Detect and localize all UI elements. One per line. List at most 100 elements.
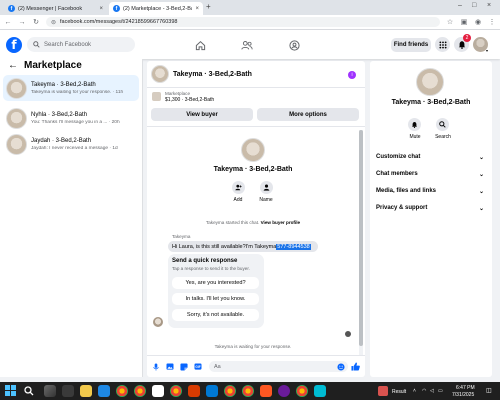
back-arrow-icon[interactable]: ← xyxy=(8,60,18,71)
app-icon[interactable] xyxy=(314,385,326,397)
wifi-icon[interactable]: ◠ xyxy=(422,388,426,394)
more-options-button[interactable]: More options xyxy=(257,108,359,121)
notification-count-badge: 2 xyxy=(463,34,471,42)
quick-reply-in-talks-button[interactable]: In talks. I'll let you know. xyxy=(172,293,259,305)
quick-reply-not-available-button[interactable]: Sorry, it's not available. xyxy=(172,309,259,321)
task-view-icon[interactable] xyxy=(44,385,56,397)
office-icon[interactable] xyxy=(188,385,200,397)
avatar[interactable] xyxy=(151,65,169,83)
facebook-logo[interactable]: f xyxy=(6,37,22,53)
view-buyer-button[interactable]: View buyer xyxy=(151,108,253,121)
store-icon[interactable] xyxy=(152,385,164,397)
tab-title: (2) Messenger | Facebook xyxy=(18,5,83,12)
chrome-icon[interactable] xyxy=(296,385,308,397)
conversation-details-panel xyxy=(370,61,492,377)
incoming-message-bubble[interactable]: Hi Laura, is this still available?I'm Ta… xyxy=(168,241,318,252)
groups-icon[interactable] xyxy=(287,38,301,52)
name-button[interactable] xyxy=(260,181,273,194)
thumbs-up-icon[interactable] xyxy=(351,362,360,371)
mute-button[interactable] xyxy=(408,118,421,131)
conversation-preview: Jaydah: I never received a message · 1d xyxy=(31,145,118,151)
search-icon xyxy=(33,41,40,48)
windows-start-icon[interactable] xyxy=(5,385,16,396)
site-info-icon[interactable]: ⊜ xyxy=(51,19,56,26)
customize-chat-row[interactable]: Customize chat ⌄ xyxy=(376,151,484,163)
quick-reply-yes-button[interactable]: Yes, are you interested? xyxy=(172,277,259,289)
close-window-button[interactable]: × xyxy=(487,2,491,9)
chrome-icon[interactable] xyxy=(116,385,128,397)
details-avatar[interactable] xyxy=(416,68,444,96)
view-buyer-profile-link[interactable]: View buyer profile xyxy=(261,220,300,225)
maximize-window-button[interactable]: □ xyxy=(472,2,476,9)
close-tab-icon[interactable]: × xyxy=(99,6,103,12)
emoji-icon[interactable] xyxy=(336,362,345,371)
edge-browser-icon[interactable] xyxy=(98,385,110,397)
mail-icon[interactable] xyxy=(206,385,218,397)
home-icon[interactable] xyxy=(193,38,207,52)
battery-icon[interactable]: ▭ xyxy=(438,388,443,394)
tab-messenger[interactable]: f (2) Messenger | Facebook × xyxy=(4,2,107,15)
volume-icon[interactable]: ◁ xyxy=(430,388,434,394)
conversation-item-jaydah[interactable]: Jaydah · 3-Bed,2-Bath Jaydah: I never re… xyxy=(3,131,139,157)
microphone-icon[interactable] xyxy=(151,362,160,371)
new-tab-button[interactable]: + xyxy=(206,2,211,11)
profile-icon[interactable]: ◉ xyxy=(474,18,482,26)
section-label: Privacy & support xyxy=(376,205,428,211)
chrome-icon[interactable] xyxy=(134,385,146,397)
add-friend-button[interactable] xyxy=(232,181,245,194)
widgets-icon[interactable] xyxy=(62,385,74,397)
privacy-support-row[interactable]: Privacy & support ⌄ xyxy=(376,202,484,214)
find-friends-button[interactable]: Find friends xyxy=(391,38,431,52)
chat-members-row[interactable]: Chat members ⌄ xyxy=(376,168,484,180)
listing-source: Marketplace xyxy=(165,91,191,96)
chat-scrollbar-thumb[interactable] xyxy=(359,130,363,346)
browser-tab-bar: f (2) Messenger | Facebook × f (2) Marke… xyxy=(0,0,500,15)
minimize-window-button[interactable]: – xyxy=(458,2,462,9)
chat-info-icon[interactable]: i xyxy=(348,71,356,79)
extensions-icon[interactable]: ▣ xyxy=(460,18,468,26)
tab-marketplace[interactable]: f (2) Marketplace - 3-Bed,2-Bath × xyxy=(109,2,203,15)
search-facebook-field[interactable]: Search Facebook xyxy=(27,37,135,52)
search-in-conversation-button[interactable] xyxy=(436,118,449,131)
chevron-down-icon: ⌄ xyxy=(478,205,484,212)
chat-header-title[interactable]: Takeyma · 3-Bed,2-Bath xyxy=(173,71,252,78)
conversation-name: Takeyma · 3-Bed,2-Bath xyxy=(31,81,96,88)
sticker-icon[interactable] xyxy=(179,362,188,371)
result-tray-icon[interactable] xyxy=(378,386,388,396)
message-input[interactable]: Aa xyxy=(209,361,348,372)
chrome-icon[interactable] xyxy=(242,385,254,397)
app-icon[interactable] xyxy=(278,385,290,397)
bell-icon xyxy=(411,121,418,128)
friends-icon[interactable] xyxy=(240,38,254,52)
conversation-item-nyhla[interactable]: Nyhla · 3-Bed,2-Bath You: Thanks I'll me… xyxy=(3,105,139,131)
taskbar-search-icon[interactable] xyxy=(24,386,34,396)
forward-arrow-icon[interactable]: → xyxy=(18,19,26,26)
search-label: Search xyxy=(435,134,451,140)
selected-phone-number: 577-8944538 xyxy=(276,243,311,250)
clock-date[interactable]: 7/31/2025 xyxy=(452,392,474,398)
app-icon[interactable] xyxy=(260,385,272,397)
conversation-item-takeyma[interactable]: Takeyma · 3-Bed,2-Bath Takeyma is waitin… xyxy=(3,75,139,101)
listing-thumbnail[interactable] xyxy=(152,92,161,101)
file-explorer-icon[interactable] xyxy=(80,385,92,397)
chrome-icon[interactable] xyxy=(170,385,182,397)
avatar xyxy=(6,133,27,155)
account-chevron-icon[interactable]: ▾ xyxy=(486,48,488,53)
back-arrow-icon[interactable]: ← xyxy=(4,19,12,26)
url-field[interactable]: ⊜ facebook.com/messages/t/24218599667760… xyxy=(46,17,440,27)
tray-label[interactable]: Result xyxy=(392,389,406,395)
bookmark-star-icon[interactable]: ☆ xyxy=(446,18,454,26)
media-files-links-row[interactable]: Media, files and links ⌄ xyxy=(376,185,484,197)
close-tab-icon[interactable]: × xyxy=(195,6,199,12)
reload-icon[interactable]: ↻ xyxy=(32,18,40,26)
clock-time[interactable]: 6:47 PM xyxy=(456,385,475,391)
photo-icon[interactable] xyxy=(165,362,174,371)
profile-avatar[interactable] xyxy=(241,138,265,162)
gif-icon[interactable]: GIF xyxy=(193,362,202,371)
browser-menu-icon[interactable]: ⋮ xyxy=(488,18,496,26)
chrome-icon[interactable] xyxy=(224,385,236,397)
menu-grid-icon[interactable] xyxy=(435,37,450,52)
notification-center-icon[interactable]: ◫ xyxy=(486,387,492,394)
tray-chevron-up-icon[interactable]: ˄ xyxy=(413,388,416,394)
divider xyxy=(147,87,365,88)
